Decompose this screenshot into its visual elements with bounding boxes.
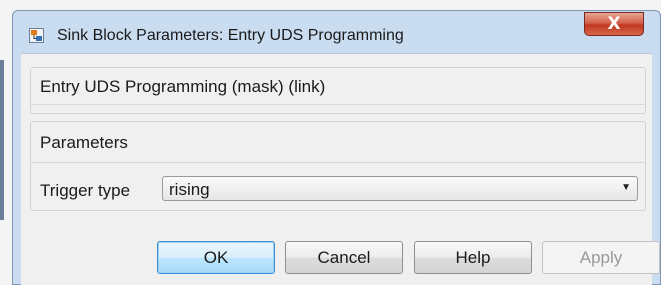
trigger-type-value: rising bbox=[169, 180, 210, 199]
parameters-group: Parameters Trigger type rising ▼ bbox=[30, 121, 646, 211]
screen: Sink Block Parameters: Entry UDS Program… bbox=[0, 0, 661, 285]
apply-button[interactable]: Apply bbox=[542, 241, 660, 274]
description-group: Entry UDS Programming (mask) (link) bbox=[30, 67, 646, 114]
title-bar[interactable]: Sink Block Parameters: Entry UDS Program… bbox=[13, 11, 660, 53]
ok-button[interactable]: OK bbox=[157, 241, 275, 274]
close-icon: X bbox=[607, 14, 621, 34]
simulink-block-icon bbox=[29, 28, 44, 43]
divider bbox=[31, 162, 645, 163]
chevron-down-icon: ▼ bbox=[621, 182, 631, 193]
parameters-group-title: Parameters bbox=[40, 133, 128, 152]
block-description-title: Entry UDS Programming (mask) (link) bbox=[40, 77, 326, 96]
divider bbox=[31, 104, 645, 105]
dialog-body: Entry UDS Programming (mask) (link) Para… bbox=[21, 53, 660, 285]
window-title: Sink Block Parameters: Entry UDS Program… bbox=[57, 27, 404, 44]
block-parameters-dialog: Sink Block Parameters: Entry UDS Program… bbox=[12, 10, 661, 285]
close-button[interactable]: X bbox=[584, 12, 644, 36]
help-button[interactable]: Help bbox=[414, 241, 532, 274]
background-window-edge bbox=[0, 60, 4, 220]
trigger-type-select[interactable]: rising ▼ bbox=[162, 176, 638, 201]
trigger-type-label: Trigger type bbox=[40, 181, 131, 200]
cancel-button[interactable]: Cancel bbox=[285, 241, 403, 274]
